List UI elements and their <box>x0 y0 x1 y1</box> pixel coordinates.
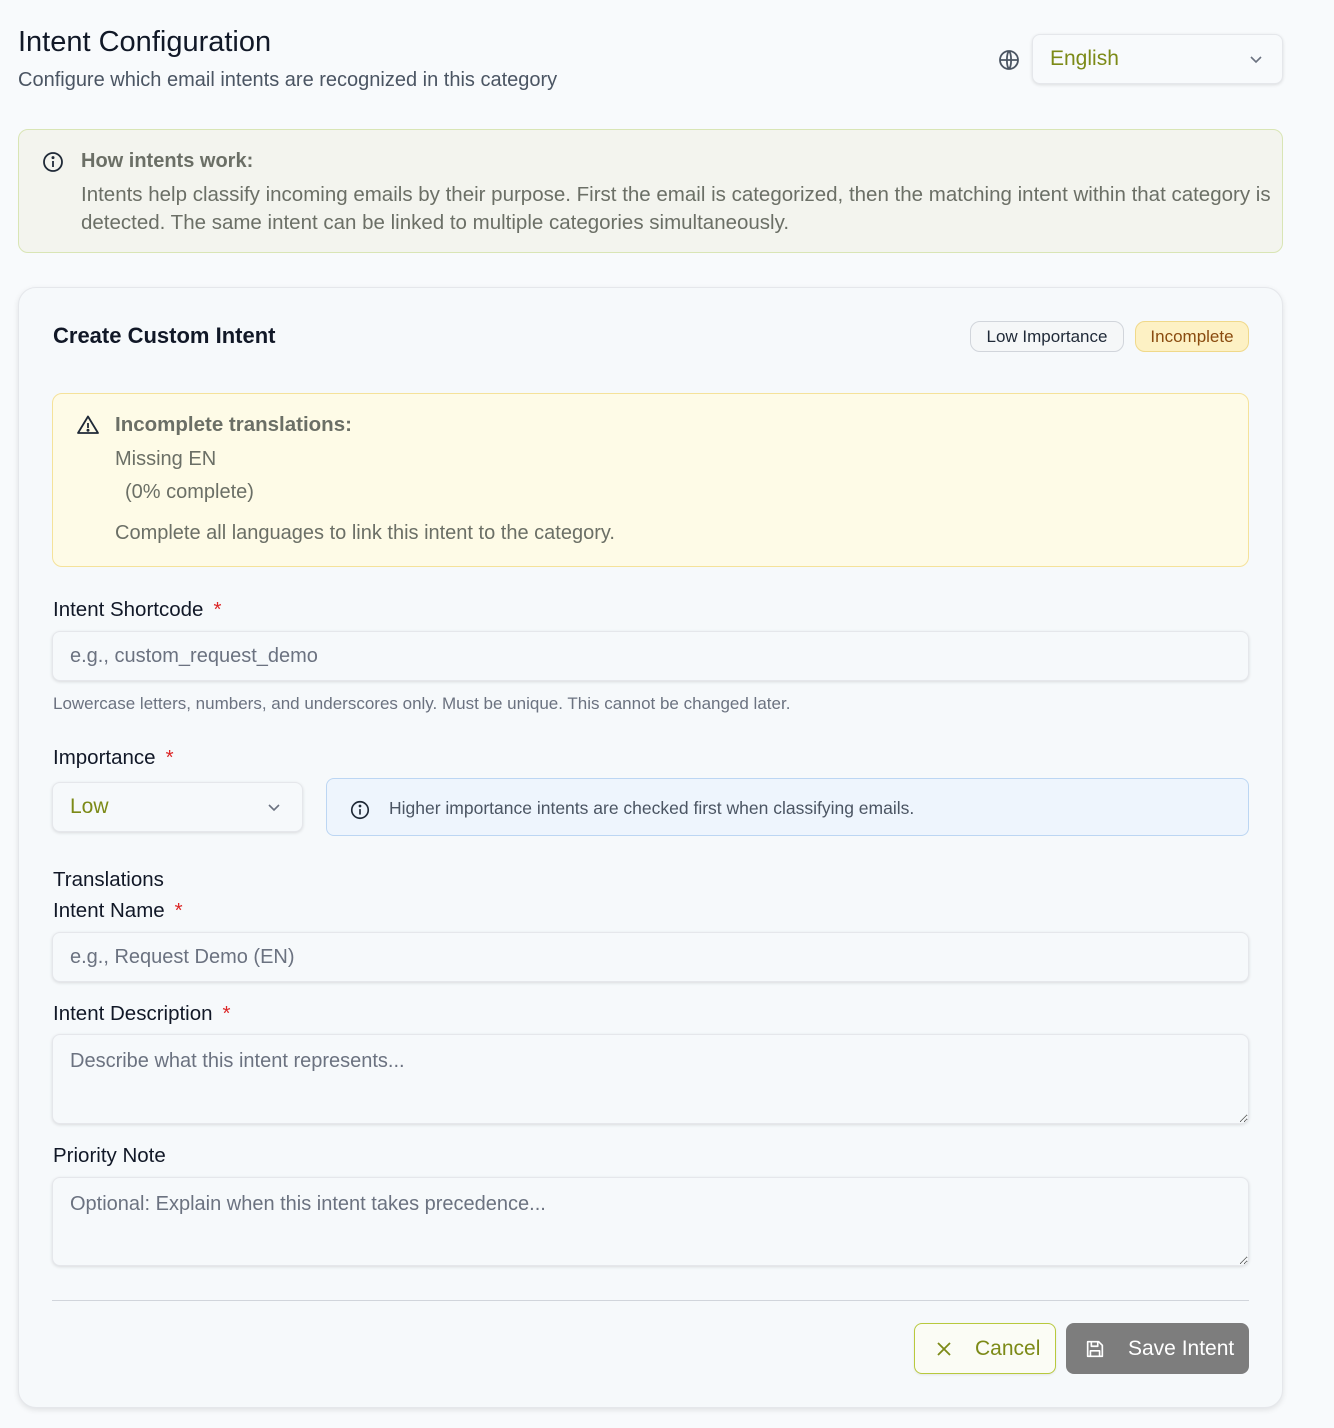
warning-triangle-icon <box>77 415 99 434</box>
globe-icon <box>999 50 1019 70</box>
required-marker: * <box>222 1002 231 1025</box>
translations-section-label: Translations <box>53 868 164 891</box>
cancel-button-label: Cancel <box>975 1336 1041 1360</box>
info-body: Intents help classify incoming emails by… <box>81 183 1271 234</box>
language-select[interactable]: English <box>1032 34 1283 84</box>
chevron-down-icon <box>268 804 280 812</box>
warning-note: Complete all languages to link this inte… <box>115 522 615 544</box>
importance-badge: Low Importance <box>970 321 1124 352</box>
warning-missing: Missing EN <box>115 448 217 470</box>
language-select-value: English <box>1050 47 1119 70</box>
intent-description-label: Intent Description * <box>53 1002 231 1026</box>
save-icon <box>1086 1340 1104 1357</box>
importance-select[interactable]: Low <box>52 782 303 832</box>
required-marker: * <box>165 746 174 769</box>
required-marker: * <box>213 598 222 621</box>
shortcode-help: Lowercase letters, numbers, and undersco… <box>53 694 791 713</box>
save-intent-button[interactable]: Save Intent <box>1066 1323 1249 1374</box>
shortcode-input[interactable] <box>52 631 1249 681</box>
create-intent-card: Create Custom Intent Low Importance Inco… <box>18 287 1283 1408</box>
card-title: Create Custom Intent <box>53 323 276 348</box>
divider <box>52 1300 1249 1301</box>
cancel-button[interactable]: Cancel <box>914 1323 1056 1374</box>
importance-hint-text: Higher importance intents are checked fi… <box>389 798 915 818</box>
shortcode-label-text: Intent Shortcode <box>53 598 204 621</box>
priority-note-label: Priority Note <box>53 1144 166 1167</box>
incomplete-translations-warning: Incomplete translations: Missing EN (0% … <box>52 393 1249 567</box>
importance-label-text: Importance <box>53 746 156 769</box>
required-marker: * <box>174 899 183 922</box>
how-intents-work-panel: How intents work: Intents help classify … <box>18 129 1283 253</box>
info-title: How intents work: <box>81 150 254 172</box>
page-subtitle: Configure which email intents are recogn… <box>18 69 558 91</box>
intent-description-label-text: Intent Description <box>53 1002 213 1025</box>
importance-select-value: Low <box>70 795 109 818</box>
page-title: Intent Configuration <box>18 26 272 58</box>
save-button-label: Save Intent <box>1128 1336 1235 1360</box>
warning-title: Incomplete translations: <box>115 413 352 436</box>
shortcode-label: Intent Shortcode * <box>53 598 221 622</box>
chevron-down-icon <box>1250 56 1262 64</box>
info-icon <box>350 800 370 820</box>
importance-label: Importance * <box>53 746 174 770</box>
intent-name-label: Intent Name * <box>53 899 183 923</box>
priority-note-textarea[interactable] <box>52 1177 1249 1266</box>
importance-hint: Higher importance intents are checked fi… <box>326 778 1249 836</box>
status-badge: Incomplete <box>1135 321 1249 352</box>
info-icon <box>43 152 63 172</box>
warning-progress: (0% complete) <box>125 481 254 503</box>
intent-name-label-text: Intent Name <box>53 899 165 922</box>
intent-description-textarea[interactable] <box>52 1034 1249 1124</box>
close-icon <box>937 1341 951 1356</box>
intent-name-input[interactable] <box>52 932 1249 982</box>
